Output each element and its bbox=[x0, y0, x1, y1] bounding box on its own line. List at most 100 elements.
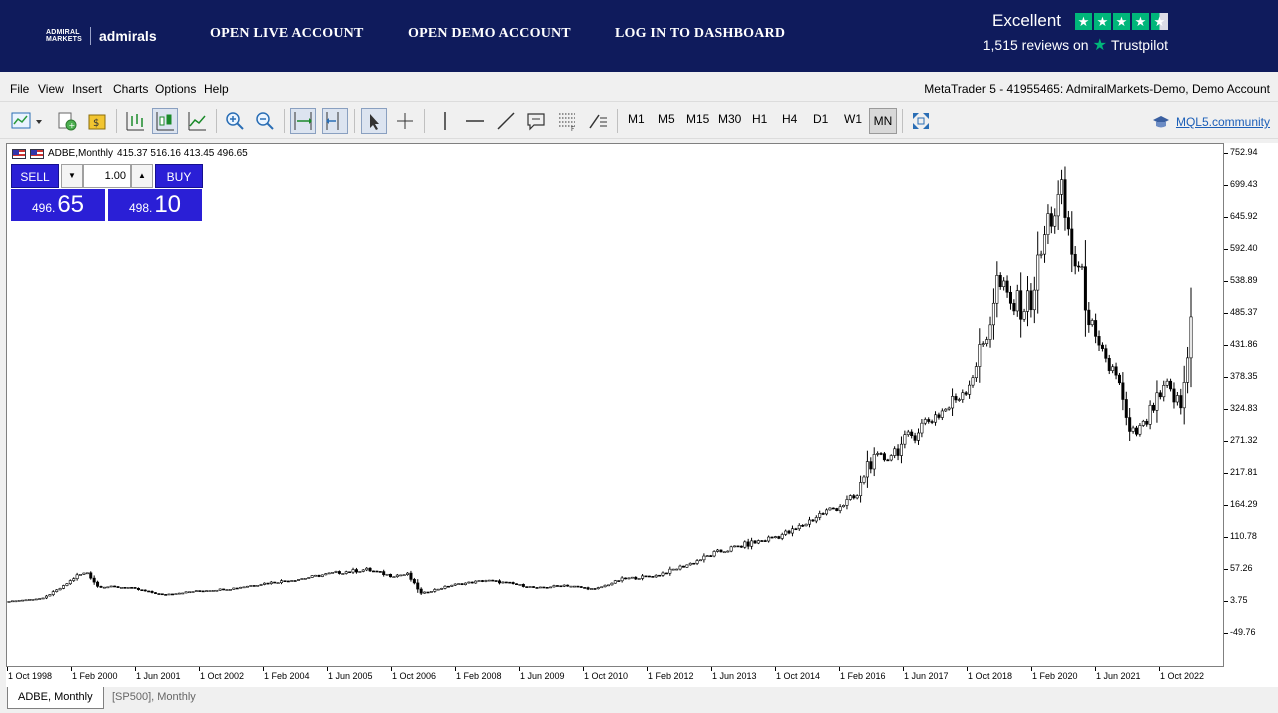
price-chart[interactable] bbox=[6, 143, 1224, 667]
menu-options[interactable]: Options bbox=[155, 82, 196, 96]
candle-body bbox=[75, 574, 79, 579]
candle-body bbox=[1032, 289, 1036, 311]
candle-body bbox=[467, 581, 471, 584]
candle-body bbox=[1029, 290, 1033, 311]
open-live-account-link[interactable]: OPEN LIVE ACCOUNT bbox=[210, 26, 364, 42]
candle-body bbox=[1158, 392, 1162, 398]
candle-body bbox=[1077, 265, 1081, 268]
candle-body bbox=[123, 587, 127, 589]
candle-body bbox=[1080, 266, 1084, 268]
zoom-out-icon[interactable] bbox=[252, 108, 278, 134]
candlestick-series bbox=[7, 166, 1193, 603]
objects-list-icon[interactable] bbox=[585, 108, 611, 134]
half-star-icon: ★ bbox=[1151, 12, 1168, 30]
candle-body bbox=[695, 560, 699, 564]
candle-body bbox=[320, 574, 324, 577]
candle-body bbox=[630, 576, 634, 579]
candle-body bbox=[528, 586, 532, 588]
mql5-community-link[interactable]: MQL5.community bbox=[1152, 114, 1270, 130]
price-tick-mark bbox=[1224, 505, 1228, 506]
tab-adbe-monthly[interactable]: ADBE, Monthly bbox=[7, 687, 104, 709]
candle-body bbox=[1066, 217, 1070, 230]
buy-button[interactable]: BUY bbox=[155, 164, 203, 188]
market-watch-icon[interactable]: $ bbox=[84, 108, 110, 134]
candle-body bbox=[644, 575, 648, 578]
candle-body bbox=[1090, 320, 1094, 326]
menu-insert[interactable]: Insert bbox=[72, 82, 102, 96]
buy-price[interactable]: 498. 10 bbox=[108, 189, 202, 221]
candle-body bbox=[157, 593, 161, 595]
chart-symbol: ADBE,Monthly bbox=[48, 148, 114, 159]
timeframe-w1[interactable]: W1 bbox=[844, 112, 862, 126]
time-axis[interactable]: 1 Oct 1998 1 Feb 2000 1 Jun 2001 1 Oct 2002… bbox=[6, 667, 1278, 687]
candle-body bbox=[1012, 303, 1016, 312]
sell-button[interactable]: SELL bbox=[11, 164, 59, 188]
candle-body bbox=[269, 581, 273, 584]
candle-body bbox=[133, 587, 137, 589]
candle-body bbox=[440, 588, 444, 590]
menu-file[interactable]: File bbox=[10, 82, 29, 96]
admirals-logo[interactable]: ADMIRAL MARKETS admirals bbox=[46, 27, 157, 45]
price-axis[interactable]: 752.94 699.43 645.92 592.40 538.89 485.37 431.… bbox=[1224, 143, 1278, 667]
candle-body bbox=[617, 580, 621, 582]
fullscreen-icon[interactable] bbox=[908, 108, 934, 134]
candle-body bbox=[368, 567, 372, 572]
candle-body bbox=[641, 575, 645, 579]
open-demo-account-link[interactable]: OPEN DEMO ACCOUNT bbox=[408, 26, 571, 42]
lot-decrease-button[interactable]: ▼ bbox=[61, 164, 83, 188]
sell-price[interactable]: 496. 65 bbox=[11, 189, 105, 221]
crosshair-icon[interactable] bbox=[392, 108, 418, 134]
cursor-icon[interactable] bbox=[361, 108, 387, 134]
auto-scroll-icon[interactable] bbox=[290, 108, 316, 134]
candle-body bbox=[1083, 266, 1087, 311]
candle-body bbox=[358, 571, 362, 573]
trustpilot-widget[interactable]: Excellent ★ ★ ★ ★ ★ 1,515 reviews on ★ T… bbox=[983, 11, 1168, 55]
lot-size-input[interactable]: 1.00 bbox=[83, 164, 131, 188]
timeframe-m5[interactable]: M5 bbox=[658, 112, 675, 126]
candle-body bbox=[678, 565, 682, 570]
horizontal-line-icon[interactable] bbox=[462, 108, 488, 134]
price-tick-mark bbox=[1224, 249, 1228, 250]
line-chart-icon[interactable] bbox=[184, 108, 210, 134]
new-chart-icon[interactable] bbox=[8, 108, 46, 134]
us-flag-icon bbox=[30, 148, 44, 159]
candle-body bbox=[1145, 420, 1149, 425]
vertical-line-icon[interactable] bbox=[432, 108, 458, 134]
candle-body bbox=[722, 551, 726, 554]
candle-body bbox=[698, 559, 702, 562]
timeframe-m15[interactable]: M15 bbox=[686, 112, 709, 126]
text-label-icon[interactable] bbox=[523, 108, 549, 134]
candle-body bbox=[113, 585, 117, 588]
timeframe-h4[interactable]: H4 bbox=[782, 112, 797, 126]
candle-body bbox=[1104, 348, 1108, 359]
candle-body bbox=[1015, 290, 1019, 312]
timeframe-mn[interactable]: MN bbox=[869, 108, 897, 134]
candle-body bbox=[501, 581, 505, 584]
candle-body bbox=[317, 574, 321, 577]
candle-body bbox=[940, 410, 944, 418]
lot-increase-button[interactable]: ▲ bbox=[131, 164, 153, 188]
timeframe-m30[interactable]: M30 bbox=[718, 112, 741, 126]
timeframe-h1[interactable]: H1 bbox=[752, 112, 767, 126]
tab-sp500-monthly[interactable]: [SP500], Monthly bbox=[102, 687, 206, 709]
menu-view[interactable]: View bbox=[38, 82, 64, 96]
timeframe-m1[interactable]: M1 bbox=[628, 112, 645, 126]
menu-help[interactable]: Help bbox=[204, 82, 229, 96]
fibonacci-icon[interactable]: F bbox=[554, 108, 580, 134]
chart-shift-icon[interactable] bbox=[322, 108, 348, 134]
zoom-in-icon[interactable] bbox=[222, 108, 248, 134]
login-dashboard-link[interactable]: LOG IN TO DASHBOARD bbox=[615, 26, 785, 42]
menu-charts[interactable]: Charts bbox=[113, 82, 148, 96]
bar-chart-icon[interactable] bbox=[122, 108, 148, 134]
candle-body bbox=[153, 592, 157, 594]
trendline-icon[interactable] bbox=[493, 108, 519, 134]
profiles-icon[interactable]: + bbox=[54, 108, 80, 134]
toolbar-separator bbox=[424, 109, 425, 133]
candle-body bbox=[882, 453, 886, 461]
candlestick-chart-icon[interactable] bbox=[152, 108, 178, 134]
candle-body bbox=[807, 519, 811, 525]
candle-body bbox=[1008, 291, 1012, 304]
toolbar-separator bbox=[284, 109, 285, 133]
timeframe-d1[interactable]: D1 bbox=[813, 112, 828, 126]
candle-body bbox=[780, 534, 784, 539]
